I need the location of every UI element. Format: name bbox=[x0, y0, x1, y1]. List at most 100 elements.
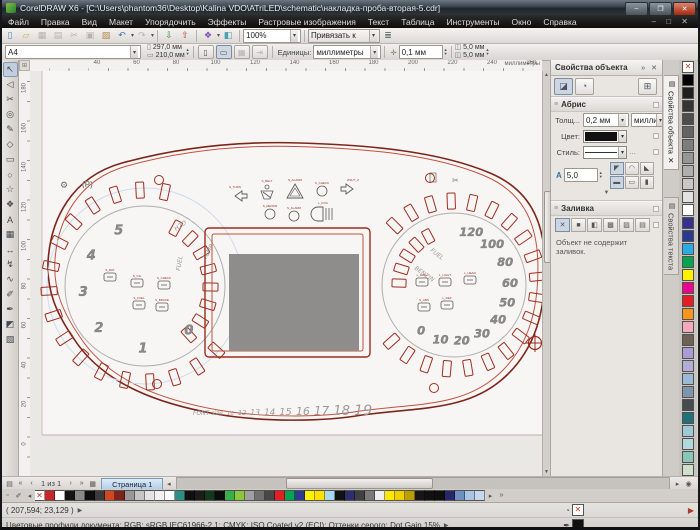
snap-to-combo[interactable]: Привязать к▾ bbox=[308, 29, 380, 43]
new-document-icon[interactable]: ▯ bbox=[3, 29, 17, 42]
color-swatch[interactable] bbox=[682, 256, 694, 268]
outline-section-header[interactable]: ≡Абрис bbox=[551, 97, 662, 112]
color-swatch[interactable] bbox=[145, 490, 155, 501]
color-swatch[interactable] bbox=[325, 490, 335, 501]
zoom-level-combo[interactable]: 100%▾ bbox=[243, 29, 301, 43]
no-color-swatch[interactable]: ✕ bbox=[682, 61, 694, 73]
profile-flyout-icon[interactable]: ▶ bbox=[444, 522, 449, 529]
color-swatch[interactable] bbox=[682, 243, 694, 255]
color-swatch[interactable] bbox=[455, 490, 465, 501]
pattern-fill-icon[interactable]: ▩ bbox=[603, 218, 618, 232]
pick-tool[interactable]: ↖ bbox=[3, 62, 18, 77]
color-swatch[interactable] bbox=[682, 217, 694, 229]
palette-scroll-left-icon[interactable]: ◂ bbox=[24, 492, 35, 500]
color-swatch[interactable] bbox=[682, 334, 694, 346]
color-swatch[interactable] bbox=[425, 490, 435, 501]
outline-color-picker[interactable]: ▾ bbox=[583, 130, 627, 143]
redo-icon[interactable]: ↷ bbox=[135, 29, 149, 42]
color-swatch[interactable] bbox=[682, 204, 694, 216]
menu-Вид[interactable]: Вид bbox=[76, 15, 103, 28]
chevron-down-icon[interactable]: ▾ bbox=[290, 30, 298, 42]
menu-Инструменты[interactable]: Инструменты bbox=[441, 15, 506, 28]
crop-tool[interactable]: ✂ bbox=[3, 92, 18, 107]
color-swatch[interactable] bbox=[682, 347, 694, 359]
color-swatch[interactable] bbox=[682, 139, 694, 151]
corner-style-button[interactable]: ◣ bbox=[640, 162, 654, 175]
page-width-field[interactable]: ▯ 297,0 мм bbox=[147, 44, 185, 52]
line-cap-button[interactable]: ▭ bbox=[625, 176, 639, 189]
color-swatch[interactable] bbox=[682, 321, 694, 333]
color-swatch[interactable] bbox=[682, 113, 694, 125]
cut-icon[interactable]: ✂ bbox=[67, 29, 81, 42]
menu-Текст[interactable]: Текст bbox=[362, 15, 395, 28]
color-swatch[interactable] bbox=[365, 490, 375, 501]
color-swatch[interactable] bbox=[175, 490, 185, 501]
blend-tool[interactable]: ∿ bbox=[3, 272, 18, 287]
chevron-down-icon[interactable]: ▾ bbox=[217, 32, 220, 39]
docker-header[interactable]: Свойства объекта » ✕ bbox=[551, 60, 662, 76]
color-swatch[interactable] bbox=[385, 490, 395, 501]
freehand-tool[interactable]: ✎ bbox=[3, 122, 18, 137]
document-window-controls[interactable]: – □ ✕ bbox=[652, 17, 692, 26]
color-swatch[interactable] bbox=[205, 490, 215, 501]
color-swatch[interactable] bbox=[255, 490, 265, 501]
color-swatch[interactable] bbox=[245, 490, 255, 501]
corner-style-button[interactable]: ◠ bbox=[625, 162, 639, 175]
outline-page-icon[interactable]: ◪ bbox=[554, 78, 573, 95]
color-swatch[interactable] bbox=[235, 490, 245, 501]
outline-pen-tool[interactable]: ✒ bbox=[3, 302, 18, 317]
paste-icon[interactable]: ▨ bbox=[99, 29, 113, 42]
color-swatch[interactable] bbox=[195, 490, 205, 501]
nudge-field[interactable]: 0,1 мм bbox=[399, 45, 443, 59]
options-icon[interactable]: ≣ bbox=[381, 29, 395, 42]
ruler-origin-button[interactable]: ⊞ bbox=[19, 60, 30, 71]
color-swatch[interactable] bbox=[682, 87, 694, 99]
last-page-icon[interactable]: » bbox=[76, 480, 87, 487]
docker-header-buttons[interactable]: » ✕ bbox=[641, 64, 659, 72]
color-swatch[interactable] bbox=[682, 178, 694, 190]
color-swatch[interactable] bbox=[135, 490, 145, 501]
color-swatch[interactable] bbox=[682, 464, 694, 476]
color-swatch[interactable] bbox=[682, 360, 694, 372]
save-icon[interactable]: ▦ bbox=[35, 29, 49, 42]
color-swatch[interactable] bbox=[375, 490, 385, 501]
basic-shapes-tool[interactable]: ❖ bbox=[3, 197, 18, 212]
zoom-page-icon[interactable]: ◉ bbox=[683, 480, 694, 488]
color-swatch[interactable] bbox=[95, 490, 105, 501]
color-swatch[interactable] bbox=[215, 490, 225, 501]
menu-Справка[interactable]: Справка bbox=[537, 15, 582, 28]
print-icon[interactable]: ▤ bbox=[51, 29, 65, 42]
dimension-tool[interactable]: ↔ bbox=[3, 242, 18, 257]
color-swatch[interactable] bbox=[405, 490, 415, 501]
text-tool[interactable]: A bbox=[3, 212, 18, 227]
portrait-button[interactable]: ▯ bbox=[198, 45, 214, 59]
line-cap-button[interactable]: ▮ bbox=[640, 176, 654, 189]
color-swatch[interactable] bbox=[85, 490, 95, 501]
color-swatch[interactable] bbox=[475, 490, 485, 501]
color-swatch[interactable] bbox=[682, 191, 694, 203]
color-swatch[interactable] bbox=[465, 490, 475, 501]
color-swatch[interactable] bbox=[285, 490, 295, 501]
nudge-spinner[interactable]: ▲▼ bbox=[444, 48, 448, 56]
miter-limit-field[interactable]: 5,0 bbox=[564, 168, 598, 182]
duplicate-x-field[interactable]: ◫ 5,0 мм bbox=[455, 44, 485, 52]
color-swatch[interactable] bbox=[682, 386, 694, 398]
color-swatch[interactable] bbox=[295, 490, 305, 501]
color-swatch[interactable] bbox=[682, 451, 694, 463]
palette-expand-icon[interactable]: » bbox=[496, 492, 507, 499]
color-swatch[interactable] bbox=[225, 490, 235, 501]
color-swatch[interactable] bbox=[315, 490, 325, 501]
color-swatch[interactable] bbox=[155, 490, 165, 501]
color-swatch[interactable] bbox=[305, 490, 315, 501]
postscript-fill-icon[interactable]: ▤ bbox=[635, 218, 650, 232]
color-swatch[interactable] bbox=[682, 282, 694, 294]
color-swatch[interactable] bbox=[345, 490, 355, 501]
shape-tool[interactable]: ◁ bbox=[3, 77, 18, 92]
miter-spinner[interactable]: ▲▼ bbox=[599, 171, 603, 179]
interactive-fill-tool[interactable]: ▧ bbox=[3, 332, 18, 347]
chevron-down-icon[interactable]: ▾ bbox=[131, 32, 134, 39]
polygon-tool[interactable]: ☆ bbox=[3, 182, 18, 197]
title-bar[interactable]: CorelDRAW X6 - [C:\Users\phantom36\Deskt… bbox=[2, 0, 698, 15]
color-swatch[interactable] bbox=[682, 373, 694, 385]
restore-button[interactable]: ❐ bbox=[649, 2, 672, 16]
